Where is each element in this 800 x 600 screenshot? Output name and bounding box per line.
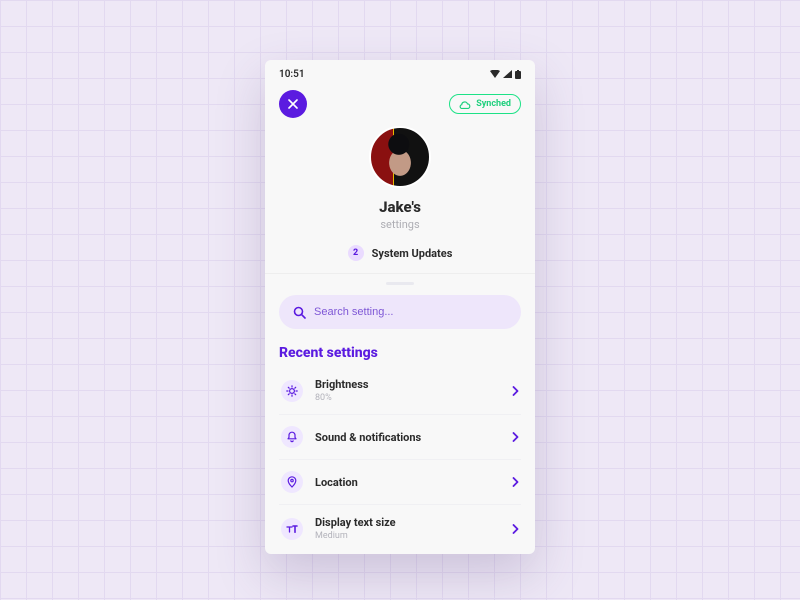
- close-button[interactable]: [279, 90, 307, 118]
- status-icons: [490, 70, 521, 79]
- setting-row-text-size[interactable]: Display text size Medium: [279, 505, 521, 552]
- status-bar: 10:51: [265, 60, 535, 82]
- brightness-icon: [281, 380, 303, 402]
- status-time: 10:51: [279, 69, 305, 80]
- chevron-right-icon: [512, 432, 519, 442]
- bell-icon: [281, 426, 303, 448]
- search-input-wrapper[interactable]: [279, 295, 521, 329]
- setting-row-brightness[interactable]: Brightness 80%: [279, 367, 521, 415]
- setting-row-sound[interactable]: Sound & notifications: [279, 415, 521, 460]
- row-sub: Medium: [315, 531, 500, 541]
- search-icon: [293, 306, 306, 319]
- text-size-icon: [281, 518, 303, 540]
- avatar: [369, 126, 431, 188]
- battery-icon: [515, 70, 521, 79]
- row-label: Sound & notifications: [315, 431, 500, 444]
- profile-subtitle: settings: [279, 218, 521, 231]
- setting-row-location[interactable]: Location: [279, 460, 521, 505]
- cloud-icon: [459, 100, 471, 109]
- signal-icon: [503, 70, 512, 78]
- phone-frame: 10:51 Synched Jake's settings 2 System U…: [265, 60, 535, 554]
- chevron-right-icon: [512, 524, 519, 534]
- content: Recent settings Brightness 80% Sound & n…: [265, 285, 535, 552]
- search-input[interactable]: [314, 306, 507, 318]
- updates-label: System Updates: [372, 247, 453, 260]
- wifi-icon: [490, 70, 500, 78]
- row-label: Location: [315, 476, 500, 489]
- close-icon: [288, 99, 298, 109]
- profile-header: Synched Jake's settings 2 System Updates: [265, 82, 535, 274]
- row-label: Brightness: [315, 378, 500, 391]
- location-icon: [281, 471, 303, 493]
- section-title: Recent settings: [279, 345, 521, 361]
- row-label: Display text size: [315, 516, 500, 529]
- chevron-right-icon: [512, 477, 519, 487]
- chevron-right-icon: [512, 386, 519, 396]
- profile-name: Jake's: [279, 198, 521, 216]
- system-updates-row[interactable]: 2 System Updates: [279, 245, 521, 261]
- updates-count-badge: 2: [348, 245, 364, 261]
- sync-status-badge: Synched: [449, 94, 521, 114]
- row-sub: 80%: [315, 393, 500, 403]
- sync-label: Synched: [476, 99, 511, 109]
